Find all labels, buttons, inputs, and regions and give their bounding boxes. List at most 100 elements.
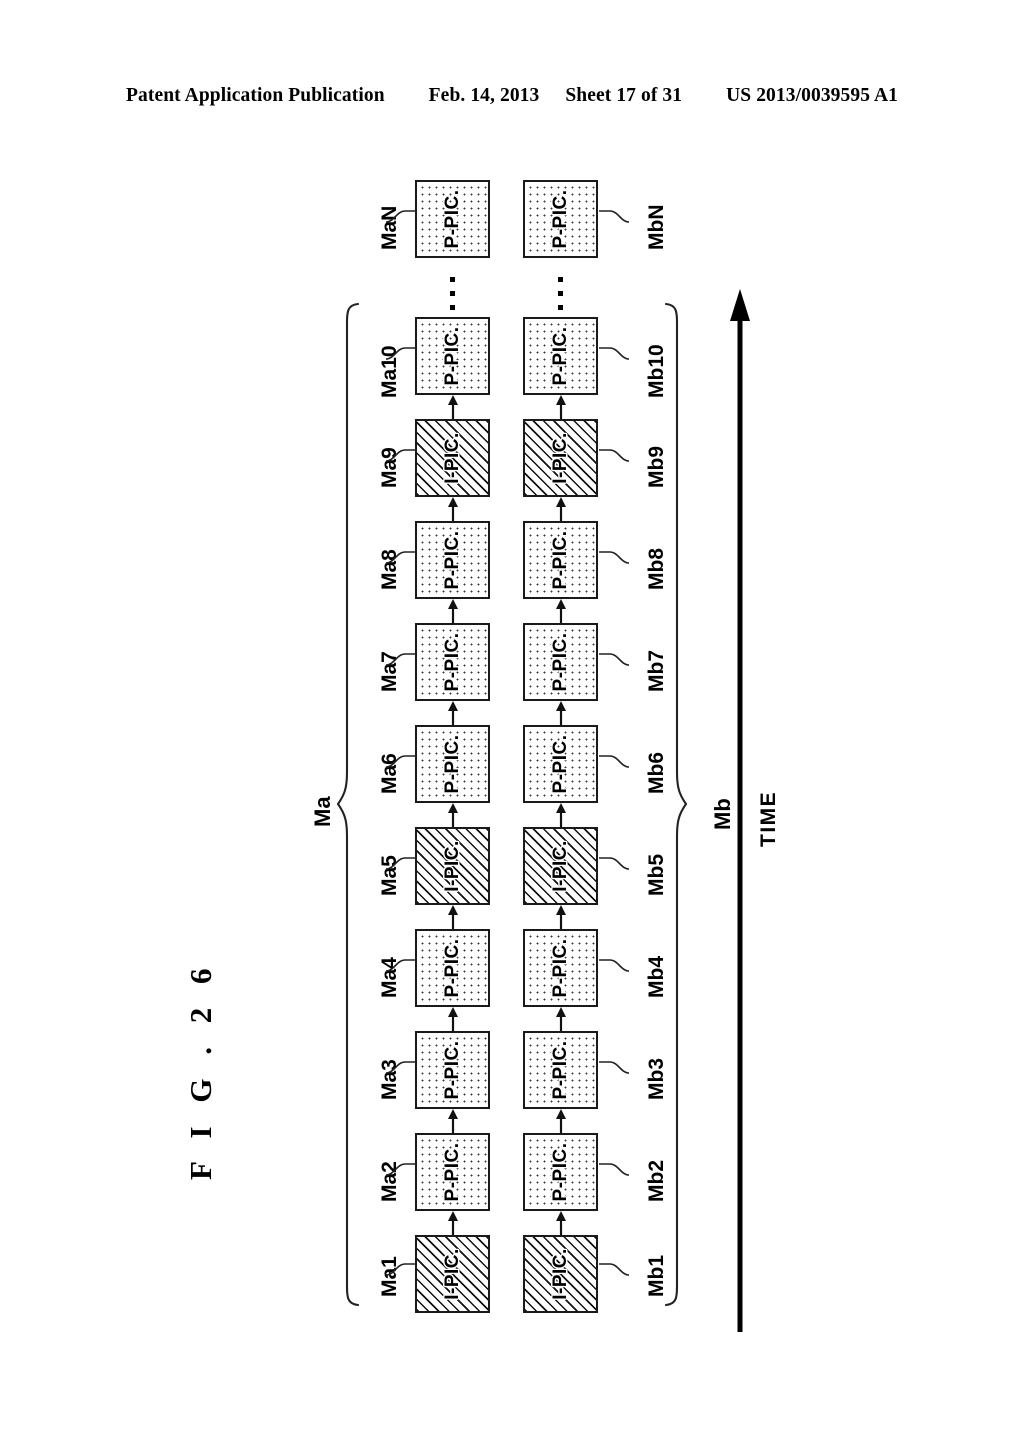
- frame-box-mb4[interactable]: P-PIC.: [523, 929, 598, 1007]
- header-publication: Patent Application Publication: [126, 85, 385, 106]
- frame-box-ma5[interactable]: I-PIC.: [415, 827, 490, 905]
- frame-id-mbn: MbN: [645, 204, 668, 251]
- leader-mb2: [598, 1160, 630, 1178]
- frame-box-ma2[interactable]: P-PIC.: [415, 1133, 490, 1211]
- frame-label-mb8: P-PIC.: [549, 530, 571, 590]
- arrow-mb1-mb2: [554, 1211, 568, 1235]
- leader-mb3: [598, 1058, 630, 1076]
- arrow-ma2-ma3: [446, 1109, 460, 1133]
- leader-mb9: [598, 446, 630, 464]
- frame-box-mbn[interactable]: P-PIC.: [523, 180, 598, 258]
- frame-label-mb1: I-PIC.: [549, 1248, 571, 1300]
- arrow-mb7-mb8: [554, 599, 568, 623]
- frame-box-mb8[interactable]: P-PIC.: [523, 521, 598, 599]
- frame-label-ma3: P-PIC.: [441, 1040, 463, 1100]
- frame-id-mb9: Mb9: [645, 446, 668, 488]
- frame-id-mb6: Mb6: [645, 752, 668, 794]
- frame-box-mb1[interactable]: I-PIC.: [523, 1235, 598, 1313]
- frame-box-ma3[interactable]: P-PIC.: [415, 1031, 490, 1109]
- leader-ma10: [385, 344, 417, 362]
- frame-box-mb3[interactable]: P-PIC.: [523, 1031, 598, 1109]
- arrow-mb4-mb5: [554, 905, 568, 929]
- leader-mb7: [598, 650, 630, 668]
- arrow-ma4-ma5: [446, 905, 460, 929]
- frame-label-man: P-PIC.: [441, 189, 463, 249]
- arrow-ma1-ma2: [446, 1211, 460, 1235]
- brace-label-ma: Ma: [310, 796, 335, 827]
- leader-mb4: [598, 956, 630, 974]
- frame-id-mb8: Mb8: [645, 548, 668, 590]
- frame-box-mb5[interactable]: I-PIC.: [523, 827, 598, 905]
- leader-ma6: [385, 752, 417, 770]
- frame-label-mb3: P-PIC.: [549, 1040, 571, 1100]
- leader-ma2: [385, 1160, 417, 1178]
- frame-box-mb9[interactable]: I-PIC.: [523, 419, 598, 497]
- arrow-ma9-ma10: [446, 395, 460, 419]
- arrow-ma7-ma8: [446, 599, 460, 623]
- brace-ma: [336, 302, 362, 1307]
- frame-label-mb5: I-PIC.: [549, 840, 571, 892]
- frame-label-mb2: P-PIC.: [549, 1142, 571, 1202]
- header-sheet: Sheet 17 of 31: [565, 85, 683, 106]
- frame-label-ma10: P-PIC.: [441, 326, 463, 386]
- leader-mbn: [598, 207, 630, 225]
- frame-box-man[interactable]: P-PIC.: [415, 180, 490, 258]
- frame-label-mb7: P-PIC.: [549, 632, 571, 692]
- leader-mb6: [598, 752, 630, 770]
- frame-label-ma7: P-PIC.: [441, 632, 463, 692]
- frame-box-ma8[interactable]: P-PIC.: [415, 521, 490, 599]
- leader-ma5: [385, 854, 417, 872]
- leader-ma8: [385, 548, 417, 566]
- figure-diagram: Ma Mb I-PIC. Ma1 P-PIC. Ma2 P-PIC. Ma3 P…: [0, 122, 1024, 1442]
- frame-box-mb2[interactable]: P-PIC.: [523, 1133, 598, 1211]
- frame-box-mb10[interactable]: P-PIC.: [523, 317, 598, 395]
- frame-label-mb4: P-PIC.: [549, 938, 571, 998]
- frame-id-mb4: Mb4: [645, 956, 668, 998]
- time-axis-label: TIME: [757, 790, 780, 847]
- ellipsis-mb: [558, 277, 564, 319]
- leader-ma4: [385, 956, 417, 974]
- leader-mb8: [598, 548, 630, 566]
- frame-id-mb3: Mb3: [645, 1058, 668, 1100]
- frame-label-mb10: P-PIC.: [549, 326, 571, 386]
- frame-label-mbn: P-PIC.: [549, 189, 571, 249]
- leader-ma3: [385, 1058, 417, 1076]
- frame-id-mb10: Mb10: [645, 344, 668, 398]
- frame-box-mb6[interactable]: P-PIC.: [523, 725, 598, 803]
- frame-label-mb6: P-PIC.: [549, 734, 571, 794]
- arrow-mb6-mb7: [554, 701, 568, 725]
- arrow-mb2-mb3: [554, 1109, 568, 1133]
- frame-id-mb5: Mb5: [645, 854, 668, 896]
- arrow-ma6-ma7: [446, 701, 460, 725]
- frame-label-ma6: P-PIC.: [441, 734, 463, 794]
- header-patent-number: US 2013/0039595 A1: [726, 85, 898, 106]
- frame-label-ma1: I-PIC.: [441, 1248, 463, 1300]
- page-header: Patent Application Publication Feb. 14, …: [0, 85, 1024, 107]
- arrow-ma8-ma9: [446, 497, 460, 521]
- frame-id-mb1: Mb1: [645, 1255, 668, 1297]
- arrow-mb3-mb4: [554, 1007, 568, 1031]
- time-axis-arrow: [725, 287, 755, 1332]
- frame-box-ma4[interactable]: P-PIC.: [415, 929, 490, 1007]
- frame-box-mb7[interactable]: P-PIC.: [523, 623, 598, 701]
- arrow-mb8-mb9: [554, 497, 568, 521]
- arrow-mb9-mb10: [554, 395, 568, 419]
- leader-man: [385, 207, 417, 225]
- frame-box-ma1[interactable]: I-PIC.: [415, 1235, 490, 1313]
- frame-label-ma9: I-PIC.: [441, 432, 463, 484]
- frame-label-ma2: P-PIC.: [441, 1142, 463, 1202]
- frame-label-mb9: I-PIC.: [549, 432, 571, 484]
- frame-box-ma10[interactable]: P-PIC.: [415, 317, 490, 395]
- leader-ma7: [385, 650, 417, 668]
- leader-ma9: [385, 446, 417, 464]
- frame-box-ma6[interactable]: P-PIC.: [415, 725, 490, 803]
- frame-label-ma4: P-PIC.: [441, 938, 463, 998]
- arrow-ma5-ma6: [446, 803, 460, 827]
- frame-box-ma9[interactable]: I-PIC.: [415, 419, 490, 497]
- frame-box-ma7[interactable]: P-PIC.: [415, 623, 490, 701]
- frame-label-ma5: I-PIC.: [441, 840, 463, 892]
- frame-id-mb7: Mb7: [645, 650, 668, 692]
- arrow-ma3-ma4: [446, 1007, 460, 1031]
- frame-label-ma8: P-PIC.: [441, 530, 463, 590]
- header-date: Feb. 14, 2013: [428, 85, 540, 106]
